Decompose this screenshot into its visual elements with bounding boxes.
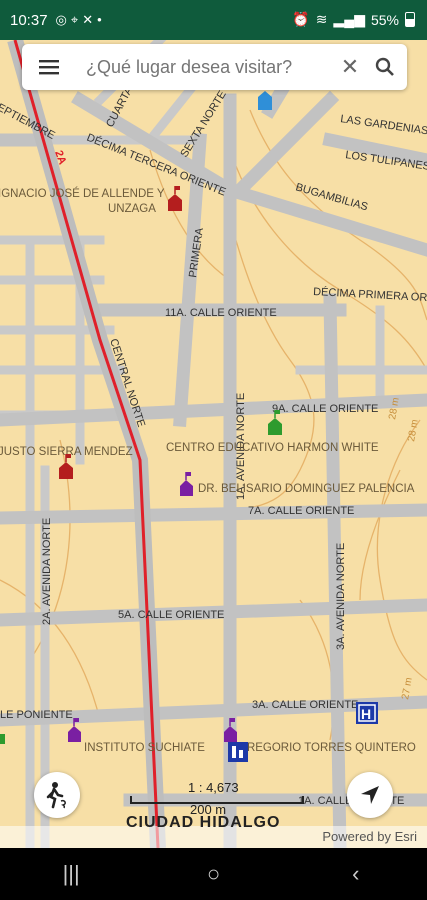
navigation-arrow-icon: [361, 786, 379, 804]
locate-button[interactable]: [347, 772, 393, 818]
hamburger-menu-icon[interactable]: [28, 44, 70, 90]
map-canvas[interactable]: SEPTIEMBRE CUARTA SEXTA NORTE LAS GARDEN…: [0, 40, 427, 848]
street-label: 3A. AVENIDA NORTE: [335, 543, 347, 650]
building-marker-blue[interactable]: [228, 742, 248, 762]
battery-level: 55%: [370, 11, 399, 28]
poi-label: CENTRO EDUCATIVO HARMON WHITE: [166, 442, 379, 454]
nfc-icon: ✕: [82, 12, 98, 27]
close-icon[interactable]: ✕: [338, 54, 362, 80]
poi-label: DR. BELISARIO DOMINGUEZ PALENCIA: [198, 483, 415, 495]
map-view[interactable]: SEPTIEMBRE CUARTA SEXTA NORTE LAS GARDEN…: [0, 40, 427, 848]
status-left-icons: ◎⌖✕•: [56, 12, 106, 28]
school-marker-red[interactable]: [168, 186, 182, 211]
search-icon[interactable]: [372, 54, 398, 80]
street-label: 5A. CALLE ORIENTE: [118, 609, 224, 621]
school-marker-purple[interactable]: [180, 472, 193, 496]
school-marker-green[interactable]: [0, 734, 5, 744]
street-label: 11A. CALLE ORIENTE: [165, 307, 277, 319]
whatsapp-icon: ◎: [55, 12, 71, 27]
alarm-icon: ⏰: [292, 11, 310, 27]
street-label: LE PONIENTE: [0, 709, 73, 721]
scale-ratio: 1 : 4,673: [188, 780, 239, 795]
status-time: 10:37: [10, 11, 48, 29]
street-label: 7A. CALLE ORIENTE: [248, 505, 354, 517]
home-button[interactable]: ○: [183, 861, 243, 887]
notification-dot-icon: •: [97, 12, 106, 27]
poi-label: UNZAGA: [108, 203, 156, 215]
city-label: CIUDAD HIDALGO: [126, 814, 281, 831]
info-marker-blue[interactable]: [258, 91, 272, 110]
svg-text:H: H: [361, 706, 371, 722]
signal-icon: ▂▄▆: [333, 11, 365, 27]
attribution-text: Powered by Esri: [322, 829, 417, 844]
hospital-marker[interactable]: H: [356, 702, 378, 724]
poi-label: INSTITUTO SUCHIATE: [84, 742, 205, 754]
location-icon: ⌖: [70, 12, 83, 27]
wifi-icon: ≋: [315, 11, 328, 27]
search-bar: ✕: [22, 44, 407, 90]
pedestrian-icon: [46, 782, 66, 809]
recents-button[interactable]: |||: [41, 861, 101, 887]
status-right: ⏰ ≋ ▂▄▆ 55%: [292, 11, 415, 28]
navigation-bar: ||| ○ ‹: [0, 848, 427, 900]
street-label: 2A. AVENIDA NORTE: [41, 518, 53, 625]
battery-icon: [405, 12, 415, 27]
search-input[interactable]: [84, 55, 328, 79]
pedestrian-mode-button[interactable]: [34, 772, 80, 818]
street-label: 3A. CALLE ORIENTE: [252, 699, 358, 711]
svg-text:28 m: 28 m: [406, 419, 421, 443]
poi-label: GREGORIO TORRES QUINTERO: [238, 742, 416, 754]
contour-labels: 28 m 28 m 27 m: [387, 397, 421, 701]
street-label: LAS GARDENIAS: [340, 113, 427, 137]
back-button[interactable]: ‹: [326, 861, 386, 887]
scale-bar: 1 : 4,673 200 m: [130, 780, 304, 817]
status-bar: 10:37 ◎⌖✕• ⏰ ≋ ▂▄▆ 55%: [0, 0, 427, 40]
poi-label: IGNACIO JOSÉ DE ALLENDE Y: [0, 187, 165, 200]
street-label: 9A. CALLE ORIENTE: [272, 403, 378, 415]
